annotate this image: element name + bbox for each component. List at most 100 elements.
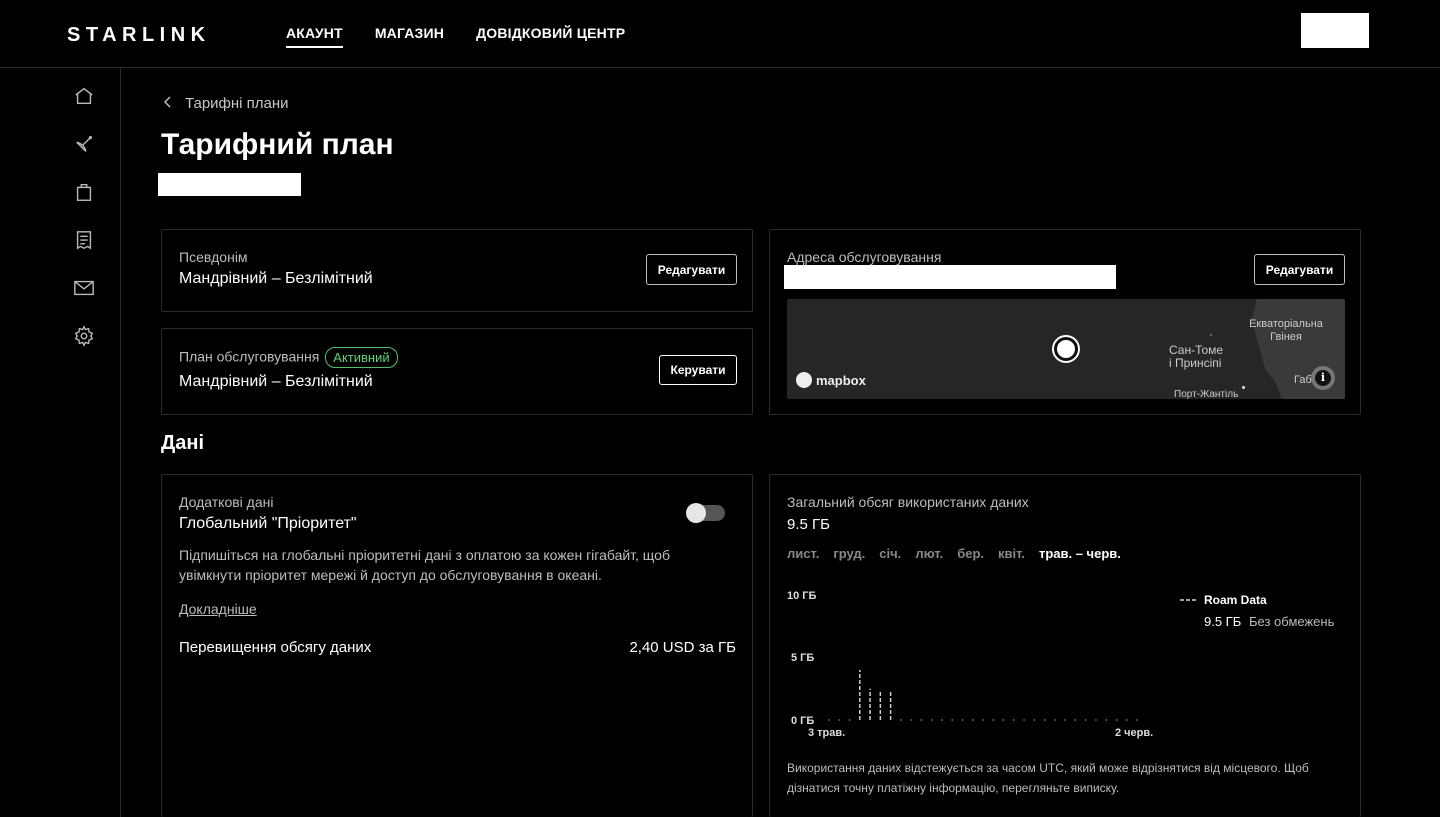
usage-bar-zero — [1053, 719, 1056, 721]
map-label-equatorial-guinea: Екваторіальна Гвінея — [1241, 318, 1331, 344]
mapbox-logo[interactable]: mapbox — [796, 372, 866, 388]
breadcrumb-back-link[interactable]: Тарифні плани — [163, 95, 289, 112]
legend-series-limit: Без обмежень — [1249, 614, 1335, 629]
usage-bar-zero — [1023, 719, 1025, 721]
usage-bar-zero — [1074, 719, 1077, 721]
usage-bar-zero — [1033, 719, 1036, 721]
page-title: Тарифний план — [161, 128, 394, 161]
extra-data-label: Додаткові дані — [179, 494, 274, 510]
shopping-bag-icon[interactable] — [72, 180, 96, 204]
month-selector: лист. груд. січ. лют. бер. квіт. трав. –… — [787, 546, 1121, 561]
edit-address-button[interactable]: Редагувати — [1254, 254, 1345, 285]
service-plan-header: План обслуговування Активний — [179, 347, 398, 368]
main-nav: АКАУНТ МАГАЗИН ДОВІДКОВИЙ ЦЕНТР — [286, 25, 625, 48]
usage-bar-zero — [1136, 719, 1138, 721]
mapbox-label: mapbox — [816, 372, 866, 388]
usage-bar-zero — [1084, 719, 1087, 721]
y-tick-label: 10 ГБ — [787, 590, 817, 602]
usage-bar-zero — [971, 719, 974, 721]
starlink-logo[interactable]: STARLINK — [67, 24, 211, 47]
month-tab[interactable]: січ. — [879, 546, 901, 561]
breadcrumb-label: Тарифні плани — [185, 95, 289, 112]
mapbox-icon — [796, 372, 812, 388]
usage-bar-zero — [838, 719, 841, 721]
usage-bar-zero — [982, 719, 984, 721]
service-address-card: Адреса обслуговування Редагувати Екватор… — [769, 229, 1361, 415]
usage-bar-zero — [951, 719, 954, 721]
usage-note: Використання даних відстежується за часо… — [787, 761, 1309, 795]
service-plan-value: Мандрівний – Безлімітний — [179, 373, 373, 390]
nickname-label: Псевдонім — [179, 249, 248, 265]
data-usage-card: Загальний обсяг використаних даних 9.5 Г… — [769, 474, 1361, 817]
nav-account[interactable]: АКАУНТ — [286, 25, 343, 48]
learn-more-link[interactable]: Докладніше — [179, 601, 257, 617]
mail-icon[interactable] — [72, 276, 96, 300]
usage-bar-zero — [961, 719, 964, 721]
global-priority-toggle[interactable] — [686, 503, 725, 523]
location-pin-icon — [1052, 335, 1080, 363]
usage-bar-zero — [1095, 719, 1097, 721]
usage-bar-zero — [910, 719, 913, 721]
top-bar: STARLINK АКАУНТ МАГАЗИН ДОВІДКОВИЙ ЦЕНТР — [0, 0, 1440, 68]
satellite-icon[interactable] — [72, 132, 96, 156]
service-address-map[interactable]: Екваторіальна Гвінея Сан-Томе і Принсіпі… — [787, 299, 1345, 399]
map-city-dot — [1242, 386, 1245, 389]
home-icon[interactable] — [72, 84, 96, 108]
month-tab[interactable]: лист. — [787, 546, 819, 561]
x-tick-label: 3 трав. — [808, 727, 845, 739]
usage-bar-zero — [1125, 719, 1128, 721]
info-icon[interactable]: i — [1311, 366, 1335, 390]
service-plan-card: План обслуговування Активний Мандрівний –… — [161, 328, 753, 415]
usage-label: Загальний обсяг використаних даних — [787, 494, 1029, 510]
month-tab-active[interactable]: трав. – черв. — [1039, 546, 1121, 561]
map-label-sao-tome: Сан-Томе і Принсіпі — [1169, 344, 1223, 370]
map-label-equatorial-guinea-line1: Екваторіальна — [1249, 318, 1323, 330]
overage-label: Перевищення обсягу даних — [179, 639, 372, 656]
gear-icon[interactable] — [72, 324, 96, 348]
y-tick-label: 5 ГБ — [791, 652, 814, 664]
chevron-left-icon — [163, 95, 173, 112]
usage-bar-zero — [930, 719, 933, 721]
month-tab[interactable]: квіт. — [998, 546, 1025, 561]
nickname-card: Псевдонім Мандрівний – Безлімітний Редаг… — [161, 229, 753, 312]
data-section-title: Дані — [161, 432, 205, 454]
legend-series-name: Roam Data — [1204, 593, 1267, 607]
usage-bar-zero — [992, 719, 995, 721]
usage-bar-zero — [1105, 719, 1108, 721]
legend-series-value: 9.5 ГБ — [1204, 614, 1241, 629]
y-tick-label: 0 ГБ — [791, 715, 814, 727]
nav-shop[interactable]: МАГАЗИН — [375, 25, 444, 48]
account-menu-button[interactable] — [1301, 13, 1369, 48]
usage-total: 9.5 ГБ — [787, 516, 830, 533]
map-label-port-gentil: Порт-Жантіль — [1174, 389, 1239, 399]
x-tick-label: 2 черв. — [1115, 727, 1153, 739]
redacted-plan-id — [158, 173, 301, 196]
usage-bar-zero — [941, 719, 943, 721]
month-tab[interactable]: груд. — [833, 546, 865, 561]
month-tab[interactable]: бер. — [957, 546, 984, 561]
month-tab[interactable]: лют. — [915, 546, 943, 561]
nickname-value: Мандрівний – Безлімітний — [179, 270, 373, 287]
global-priority-title: Глобальний "Пріоритет" — [179, 515, 357, 532]
usage-bar-zero — [1002, 719, 1005, 721]
usage-chart: 10 ГБ 5 ГБ 0 ГБ 3 трав. 2 черв. Roam Dat… — [787, 590, 1335, 739]
receipt-icon[interactable] — [72, 228, 96, 252]
manage-plan-button[interactable]: Керувати — [659, 355, 737, 385]
usage-bar-zero — [920, 719, 923, 721]
service-plan-label: План обслуговування — [179, 348, 320, 365]
overage-price: 2,40 USD за ГБ — [629, 639, 736, 656]
extra-data-card: Додаткові дані Глобальний "Пріоритет" Пі… — [161, 474, 753, 817]
usage-bar-zero — [1012, 719, 1015, 721]
bar-group — [828, 670, 1138, 721]
service-address-label: Адреса обслуговування — [787, 249, 942, 265]
global-priority-description: Підпишіться на глобальні пріоритетні дан… — [179, 547, 670, 583]
usage-bar-zero — [1043, 719, 1046, 721]
edit-nickname-button[interactable]: Редагувати — [646, 254, 737, 285]
map-label-sao-tome-line2: і Принсіпі — [1169, 356, 1222, 370]
nav-help-center[interactable]: ДОВІДКОВИЙ ЦЕНТР — [476, 25, 625, 48]
usage-bar-zero — [899, 719, 902, 721]
map-label-gabon: Габ — [1294, 374, 1312, 386]
usage-bar-zero — [848, 719, 851, 721]
status-badge: Активний — [325, 347, 398, 368]
toggle-knob — [686, 503, 706, 523]
